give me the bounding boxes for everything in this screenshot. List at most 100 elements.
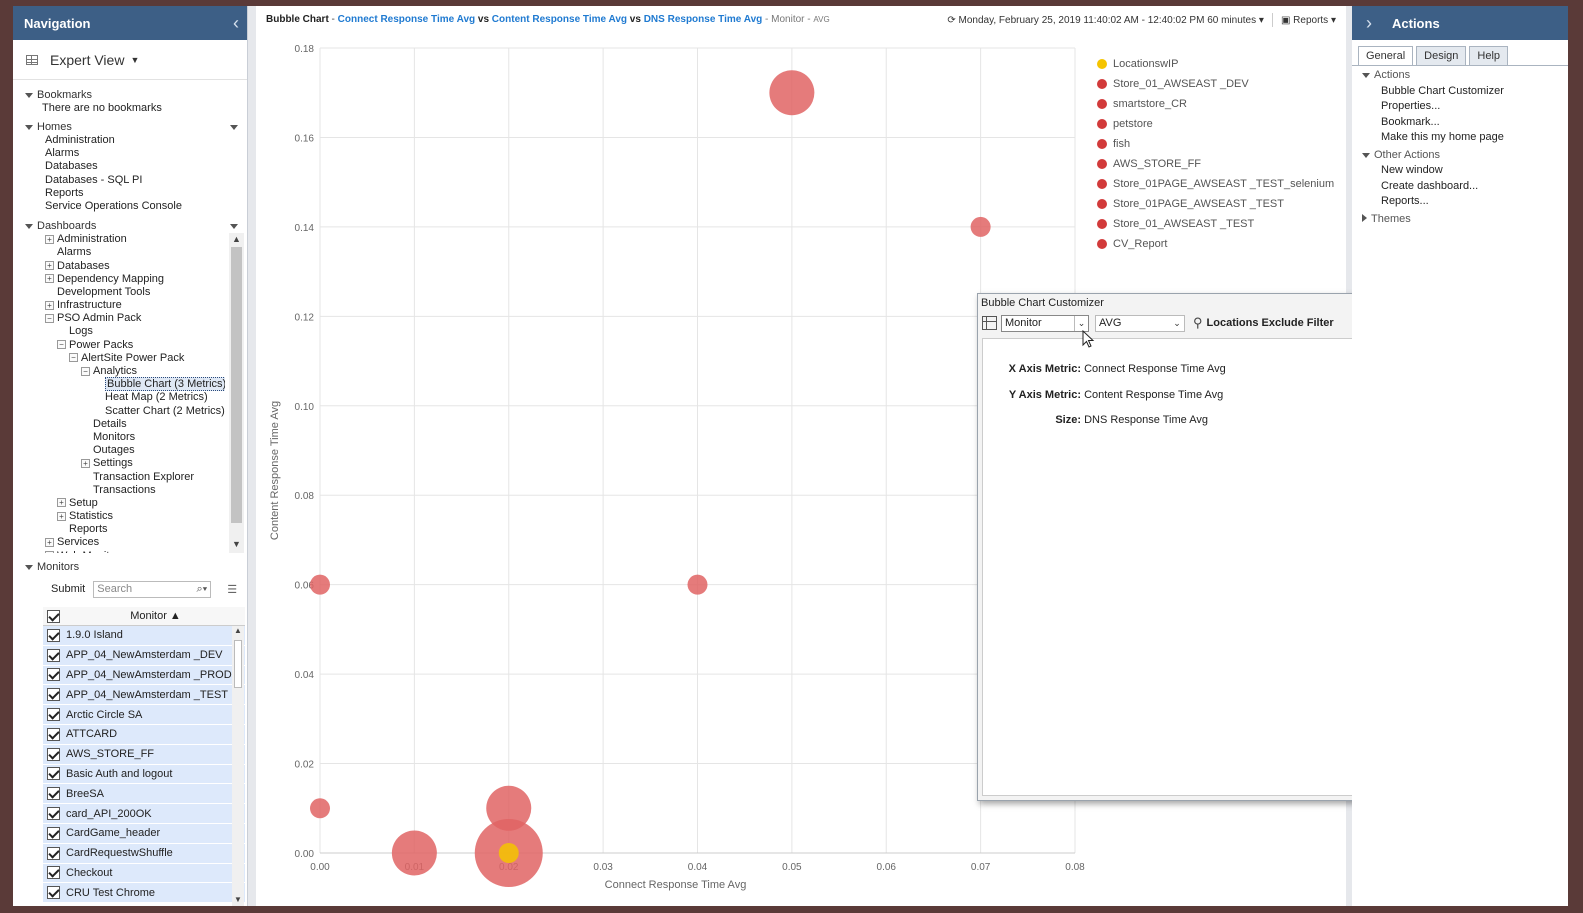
themes-toggle[interactable]: Themes	[1362, 212, 1568, 228]
legend-item[interactable]: AWS_STORE_FF	[1097, 154, 1334, 174]
y-metric-link[interactable]: Content Response Time Avg	[492, 14, 627, 25]
table-row[interactable]: Arctic Circle SA	[43, 705, 245, 725]
scroll-thumb[interactable]	[231, 247, 242, 524]
tree-item[interactable]: + Setup	[45, 497, 225, 510]
collapse-left-icon[interactable]: ‹	[233, 13, 239, 34]
size-value[interactable]: DNS Response Time Avg	[1084, 414, 1208, 426]
tree-item[interactable]: Bubble Chart (3 Metrics)	[45, 377, 225, 392]
scroll-down-icon[interactable]: ▼	[232, 895, 244, 904]
expand-icon[interactable]: +	[45, 234, 54, 244]
tree-item[interactable]: + Databases	[45, 260, 225, 273]
tree-item[interactable]: Development Tools	[45, 286, 225, 299]
row-checkbox[interactable]	[47, 886, 60, 900]
time-range-selector[interactable]: ⟳ Monday, February 25, 2019 11:40:02 AM …	[947, 15, 1264, 26]
row-checkbox[interactable]	[47, 787, 60, 801]
search-input[interactable]: Search ⌕▾	[93, 580, 212, 598]
action-link[interactable]: New window	[1362, 163, 1568, 179]
legend-item[interactable]: smartstore_CR	[1097, 94, 1334, 114]
select-all-checkbox[interactable]	[47, 609, 60, 623]
tree-item[interactable]: + Dependency Mapping	[45, 273, 225, 286]
tree-item[interactable]: + Administration	[45, 233, 225, 246]
row-checkbox[interactable]	[47, 648, 60, 662]
row-checkbox[interactable]	[47, 767, 60, 781]
action-link[interactable]: Reports...	[1362, 194, 1568, 210]
x-axis-value[interactable]: Connect Response Time Avg	[1084, 363, 1226, 375]
row-checkbox[interactable]	[47, 628, 60, 642]
tree-item[interactable]: Heat Map (2 Metrics)	[45, 391, 225, 404]
tree-item[interactable]: +Web Monitor	[45, 550, 225, 554]
expand-icon[interactable]: +	[45, 538, 54, 548]
row-checkbox[interactable]	[47, 688, 60, 702]
tree-item[interactable]: Alarms	[45, 246, 225, 259]
home-item[interactable]: Alarms	[45, 147, 247, 160]
submit-button[interactable]: Submit	[43, 581, 93, 597]
tab-design[interactable]: Design	[1416, 46, 1467, 65]
homes-toggle[interactable]: Homes	[25, 121, 247, 134]
collapse-right-icon[interactable]: ›	[1366, 13, 1372, 34]
scroll-up-icon[interactable]: ▲	[229, 233, 244, 246]
tree-item[interactable]: Outages	[45, 444, 225, 457]
tree-item[interactable]: − PSO Admin Pack	[45, 312, 225, 325]
table-row[interactable]: CRU Test Chrome	[43, 883, 245, 904]
dashboards-scrollbar[interactable]: ▲ ▼	[229, 233, 244, 554]
table-row[interactable]: Basic Auth and logout	[43, 764, 245, 785]
table-icon[interactable]	[982, 316, 997, 330]
expand-icon[interactable]: +	[45, 261, 54, 271]
tree-item[interactable]: Transactions	[45, 484, 225, 497]
actions-section-toggle[interactable]: Actions	[1362, 68, 1568, 84]
tab-general[interactable]: General	[1358, 46, 1414, 65]
tree-item[interactable]: − AlertSite Power Pack	[45, 352, 225, 365]
action-link[interactable]: Create dashboard...	[1362, 179, 1568, 195]
legend-item[interactable]: CV_Report	[1097, 234, 1334, 254]
tree-item[interactable]: Logs	[45, 325, 225, 338]
tree-item[interactable]: + Settings	[45, 457, 225, 470]
y-axis-value[interactable]: Content Response Time Avg	[1084, 389, 1223, 401]
table-row[interactable]: CardRequestwShuffle	[43, 843, 245, 864]
collapse-icon[interactable]: −	[81, 366, 90, 376]
table-row[interactable]: APP_04_NewAmsterdam _DEV	[43, 645, 245, 666]
expand-icon[interactable]: +	[45, 300, 54, 310]
reports-menu[interactable]: ▣ Reports ▾	[1281, 15, 1336, 26]
legend-item[interactable]: petstore	[1097, 114, 1334, 134]
home-item[interactable]: Service Operations Console	[45, 200, 247, 213]
row-checkbox[interactable]	[47, 846, 60, 860]
row-checkbox[interactable]	[47, 866, 60, 880]
dashboards-toggle[interactable]: Dashboards	[25, 220, 247, 233]
table-row[interactable]: Checkout	[43, 863, 245, 884]
tree-item[interactable]: Monitors	[45, 431, 225, 444]
collapse-icon[interactable]: −	[69, 353, 78, 363]
search-icon[interactable]: ⌕▾	[196, 583, 207, 596]
expand-icon[interactable]: +	[81, 458, 90, 468]
expand-icon[interactable]: +	[57, 498, 66, 508]
list-options-icon[interactable]: ☰	[227, 583, 237, 596]
table-row[interactable]: APP_04_NewAmsterdam _PROD	[43, 665, 245, 686]
action-link[interactable]: Bubble Chart Customizer	[1362, 84, 1568, 100]
action-link[interactable]: Make this my home page	[1362, 130, 1568, 146]
legend-item[interactable]: Store_01_AWSEAST _TEST	[1097, 214, 1334, 234]
tree-item[interactable]: Scatter Chart (2 Metrics)	[45, 405, 225, 418]
expand-icon[interactable]: +	[45, 274, 54, 284]
expand-icon[interactable]: +	[57, 511, 66, 521]
expand-icon[interactable]: +	[45, 551, 54, 554]
tree-item[interactable]: Transaction Explorer	[45, 471, 225, 484]
row-checkbox[interactable]	[47, 708, 60, 722]
tree-item[interactable]: Details	[45, 418, 225, 431]
table-row[interactable]: CardGame_header	[43, 823, 245, 844]
row-checkbox[interactable]	[47, 727, 60, 741]
other-actions-toggle[interactable]: Other Actions	[1362, 148, 1568, 164]
collapse-icon[interactable]: −	[45, 313, 54, 323]
monitor-column-header[interactable]: Monitor ▲	[66, 610, 245, 622]
table-row[interactable]: 1.9.0 Island	[43, 626, 245, 646]
table-row[interactable]: card_API_200OK	[43, 804, 245, 824]
action-link[interactable]: Properties...	[1362, 99, 1568, 115]
dashboards-menu-icon[interactable]	[230, 224, 238, 230]
table-row[interactable]: AWS_STORE_FF	[43, 744, 245, 765]
tree-item[interactable]: + Infrastructure	[45, 299, 225, 312]
home-item[interactable]: Reports	[45, 187, 247, 200]
x-metric-link[interactable]: Connect Response Time Avg	[338, 14, 475, 25]
monitor-select[interactable]: Monitor ⌄	[1001, 314, 1089, 332]
scroll-up-icon[interactable]: ▲	[232, 626, 244, 635]
locations-exclude-filter[interactable]: Locations Exclude Filter	[1207, 317, 1334, 329]
row-checkbox[interactable]	[47, 747, 60, 761]
legend-item[interactable]: fish	[1097, 134, 1334, 154]
